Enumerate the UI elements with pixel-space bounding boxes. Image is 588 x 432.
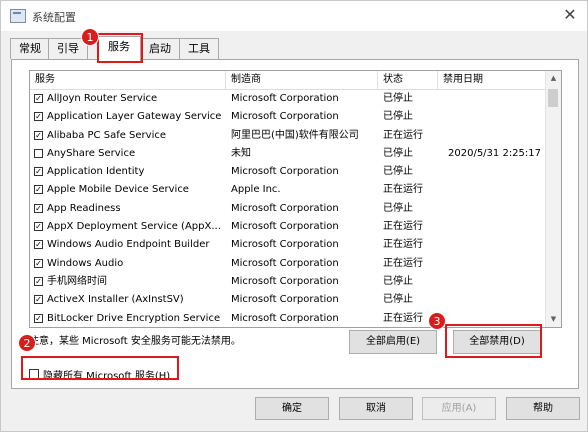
service-name: ActiveX Installer (AxInstSV) bbox=[47, 294, 184, 306]
service-row[interactable]: ✓ Application Identity Microsoft Corporati… bbox=[30, 163, 545, 181]
service-name: Apple Mobile Device Service bbox=[47, 184, 189, 196]
service-status: 正在运行 bbox=[383, 184, 423, 196]
note-text: 注意，某些 Microsoft 安全服务可能无法禁用。 bbox=[29, 336, 241, 347]
service-vendor: Microsoft Corporation bbox=[231, 294, 339, 306]
column-service[interactable]: 服务 bbox=[30, 71, 226, 89]
column-status[interactable]: 状态 bbox=[378, 71, 438, 89]
service-name: Windows Audio bbox=[47, 257, 124, 269]
service-disable-date: 2020/5/31 2:25:17 bbox=[448, 147, 542, 159]
service-vendor: 阿里巴巴(中国)软件有限公司 bbox=[231, 129, 359, 141]
service-vendor: Microsoft Corporation bbox=[231, 239, 339, 251]
service-checkbox[interactable]: ✓ bbox=[34, 240, 43, 250]
service-status: 已停止 bbox=[383, 147, 413, 159]
service-name: 手机网络时间 bbox=[47, 275, 107, 287]
step-badge-1: 1 bbox=[81, 28, 99, 46]
service-vendor: 未知 bbox=[231, 147, 251, 159]
service-row[interactable]: ✓ AppX Deployment Service (AppX... Microso… bbox=[30, 218, 545, 236]
service-row[interactable]: ✓ Windows Audio Endpoint Builder Microsoft… bbox=[30, 236, 545, 254]
apply-button[interactable]: 应用(A) bbox=[422, 397, 496, 420]
service-vendor: Microsoft Corporation bbox=[231, 257, 339, 269]
service-checkbox[interactable]: ✓ bbox=[34, 313, 43, 323]
service-status: 已停止 bbox=[383, 93, 413, 104]
service-status: 已停止 bbox=[383, 275, 413, 287]
service-rows: ✓ AllJoyn Router Service Microsoft Corpora… bbox=[30, 90, 545, 327]
service-vendor: Microsoft Corporation bbox=[231, 275, 339, 287]
service-name: AllJoyn Router Service bbox=[47, 93, 158, 104]
service-checkbox[interactable] bbox=[34, 148, 43, 158]
service-checkbox[interactable]: ✓ bbox=[34, 130, 43, 140]
service-name: Application Identity bbox=[47, 166, 145, 178]
service-name: AnyShare Service bbox=[47, 147, 136, 159]
service-status: 已停止 bbox=[383, 294, 413, 306]
scroll-thumb[interactable] bbox=[548, 89, 558, 107]
service-row[interactable]: ✓ AllJoyn Router Service Microsoft Corpora… bbox=[30, 90, 545, 108]
service-row[interactable]: ✓ Alibaba PC Safe Service 阿里巴巴(中国)软件有限公司 正在… bbox=[30, 127, 545, 145]
service-row[interactable]: ✓ Application Layer Gateway Service Micros… bbox=[30, 108, 545, 126]
service-vendor: Microsoft Corporation bbox=[231, 93, 339, 104]
service-row[interactable]: ✓ 手机网络时间 Microsoft Corporation 已停止 bbox=[30, 273, 545, 291]
service-checkbox[interactable]: ✓ bbox=[34, 203, 43, 213]
service-name: App Readiness bbox=[47, 202, 121, 214]
service-checkbox[interactable]: ✓ bbox=[34, 295, 43, 305]
cancel-button[interactable]: 取消 bbox=[339, 397, 413, 420]
service-vendor: Microsoft Corporation bbox=[231, 166, 339, 178]
service-checkbox[interactable]: ✓ bbox=[34, 112, 43, 122]
service-status: 正在运行 bbox=[383, 221, 423, 233]
scroll-up-icon[interactable]: ▲ bbox=[546, 71, 561, 86]
tab-tools[interactable]: 工具 bbox=[179, 38, 219, 59]
msconfig-icon bbox=[10, 9, 26, 23]
service-name: Windows Audio Endpoint Builder bbox=[47, 239, 210, 251]
service-checkbox[interactable]: ✓ bbox=[34, 276, 43, 286]
service-status: 正在运行 bbox=[383, 257, 423, 269]
service-name: BitLocker Drive Encryption Service bbox=[47, 312, 221, 324]
ok-button[interactable]: 确定 bbox=[255, 397, 329, 420]
service-status: 正在运行 bbox=[383, 239, 423, 251]
step-badge-2: 2 bbox=[18, 334, 36, 352]
service-checkbox[interactable]: ✓ bbox=[34, 94, 43, 103]
column-vendor[interactable]: 制造商 bbox=[226, 71, 378, 89]
service-row[interactable]: ✓ App Readiness Microsoft Corporation 已停止 bbox=[30, 200, 545, 218]
window-title: 系统配置 bbox=[32, 11, 76, 24]
enable-all-button[interactable]: 全部启用(E) bbox=[349, 330, 437, 354]
highlight-box-services-tab bbox=[97, 33, 143, 63]
list-header: 服务 制造商 状态 禁用日期 bbox=[30, 71, 545, 90]
service-name: AppX Deployment Service (AppX... bbox=[47, 221, 221, 233]
highlight-box-hide-ms bbox=[21, 356, 179, 380]
service-checkbox[interactable]: ✓ bbox=[34, 185, 43, 195]
vertical-scrollbar[interactable]: ▲ ▼ bbox=[545, 71, 561, 327]
service-row[interactable]: ✓ Windows Audio Microsoft Corporation 正在运行 bbox=[30, 255, 545, 273]
step-badge-3: 3 bbox=[428, 312, 446, 330]
service-checkbox[interactable]: ✓ bbox=[34, 222, 43, 232]
service-row[interactable]: ✓ ActiveX Installer (AxInstSV) Microsoft C… bbox=[30, 291, 545, 309]
scroll-down-icon[interactable]: ▼ bbox=[546, 312, 561, 327]
service-vendor: Microsoft Corporation bbox=[231, 312, 339, 324]
system-config-window: 系统配置 ✕ 常规 引导 服务 启动 工具 服务 制造商 状态 禁用日期 ✓ Al… bbox=[0, 0, 588, 432]
service-name: Alibaba PC Safe Service bbox=[47, 129, 167, 141]
service-status: 已停止 bbox=[383, 111, 413, 123]
service-vendor: Microsoft Corporation bbox=[231, 111, 339, 123]
service-checkbox[interactable]: ✓ bbox=[34, 167, 43, 177]
service-status: 正在运行 bbox=[383, 129, 423, 141]
services-list: 服务 制造商 状态 禁用日期 ✓ AllJoyn Router Service Mi… bbox=[29, 70, 562, 328]
service-vendor: Apple Inc. bbox=[231, 184, 281, 196]
service-vendor: Microsoft Corporation bbox=[231, 202, 339, 214]
highlight-box-disable-all bbox=[445, 324, 542, 358]
tab-startup[interactable]: 启动 bbox=[139, 38, 181, 59]
service-status: 已停止 bbox=[383, 202, 413, 214]
column-disable-date[interactable]: 禁用日期 bbox=[438, 71, 545, 89]
service-name: Application Layer Gateway Service bbox=[47, 111, 222, 123]
title-bar: 系统配置 ✕ bbox=[1, 1, 587, 31]
service-row[interactable]: ✓ Apple Mobile Device Service Apple Inc. 正在… bbox=[30, 181, 545, 199]
help-button[interactable]: 帮助 bbox=[506, 397, 580, 420]
service-vendor: Microsoft Corporation bbox=[231, 221, 339, 233]
service-checkbox[interactable]: ✓ bbox=[34, 258, 43, 268]
close-icon[interactable]: ✕ bbox=[561, 6, 579, 24]
service-status: 已停止 bbox=[383, 166, 413, 178]
tab-general[interactable]: 常规 bbox=[10, 38, 50, 59]
service-row[interactable]: AnyShare Service 未知 已停止 2020/5/31 2:25:17 bbox=[30, 145, 545, 163]
